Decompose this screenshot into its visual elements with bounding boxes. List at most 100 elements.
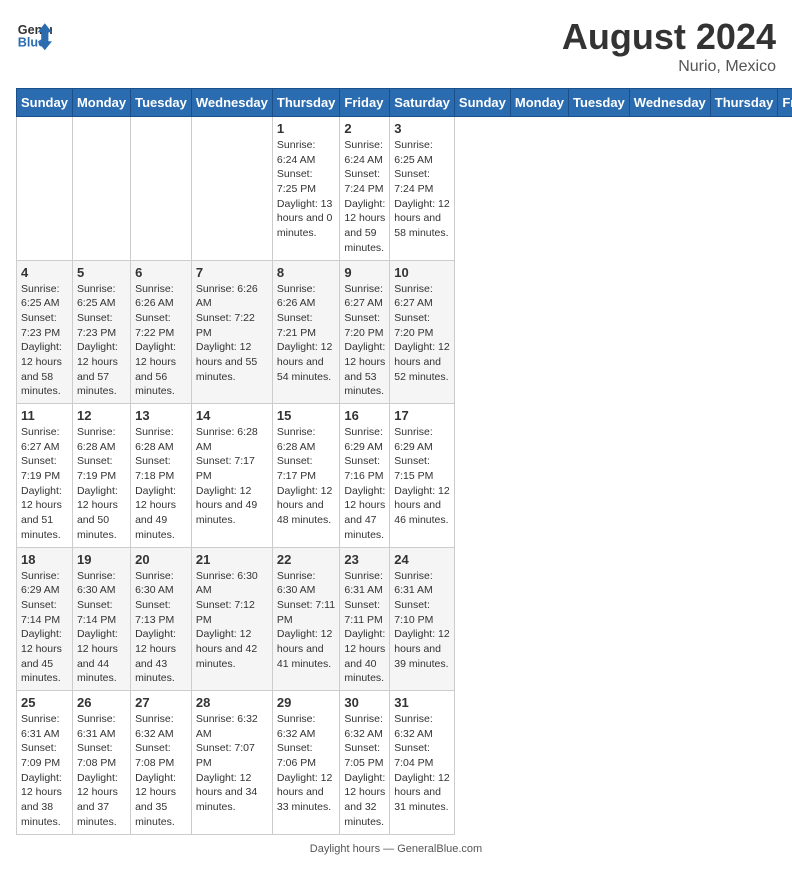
- col-header-tuesday: Tuesday: [569, 89, 630, 117]
- calendar-cell: 20Sunrise: 6:30 AM Sunset: 7:13 PM Dayli…: [131, 547, 192, 691]
- footer-text: Daylight hours: [310, 843, 380, 855]
- day-info: Sunrise: 6:25 AM Sunset: 7:23 PM Dayligh…: [77, 282, 126, 400]
- day-number: 9: [344, 265, 385, 280]
- calendar-cell: [72, 117, 130, 261]
- calendar-cell: [131, 117, 192, 261]
- col-header-friday: Friday: [340, 89, 390, 117]
- calendar-cell: 21Sunrise: 6:30 AM Sunset: 7:12 PM Dayli…: [191, 547, 272, 691]
- day-info: Sunrise: 6:27 AM Sunset: 7:19 PM Dayligh…: [21, 425, 68, 543]
- day-info: Sunrise: 6:32 AM Sunset: 7:06 PM Dayligh…: [277, 712, 336, 815]
- day-number: 13: [135, 408, 187, 423]
- col-header-sunday: Sunday: [17, 89, 73, 117]
- title-block: August 2024 Nurio, Mexico: [562, 16, 776, 76]
- day-info: Sunrise: 6:27 AM Sunset: 7:20 PM Dayligh…: [344, 282, 385, 400]
- calendar-cell: 11Sunrise: 6:27 AM Sunset: 7:19 PM Dayli…: [17, 404, 73, 548]
- calendar-cell: 9 Sunrise: 6:27 AM Sunset: 7:20 PM Daylig…: [340, 260, 390, 404]
- calendar-cell: 22 Sunrise: 6:30 AM Sunset: 7:11 PM Dayli…: [272, 547, 340, 691]
- day-info: Sunrise: 6:32 AM Sunset: 7:08 PM Dayligh…: [135, 712, 187, 830]
- day-info: Sunrise: 6:28 AM Sunset: 7:17 PM Dayligh…: [277, 425, 336, 528]
- day-info: Sunrise: 6:32 AM Sunset: 7:05 PM Dayligh…: [344, 712, 385, 830]
- day-number: 28: [196, 695, 268, 710]
- day-number: 23: [344, 552, 385, 567]
- day-number: 19: [77, 552, 126, 567]
- day-number: 6: [135, 265, 187, 280]
- col-header-tuesday: Tuesday: [131, 89, 192, 117]
- day-info: Sunrise: 6:26 AM Sunset: 7:21 PM Dayligh…: [277, 282, 336, 385]
- calendar-cell: 16 Sunrise: 6:29 AM Sunset: 7:16 PM Dayli…: [340, 404, 390, 548]
- day-info: Sunrise: 6:29 AM Sunset: 7:16 PM Dayligh…: [344, 425, 385, 543]
- col-header-wednesday: Wednesday: [629, 89, 710, 117]
- day-info: Sunrise: 6:28 AM Sunset: 7:19 PM Dayligh…: [77, 425, 126, 543]
- day-number: 18: [21, 552, 68, 567]
- col-header-sunday: Sunday: [454, 89, 510, 117]
- day-number: 12: [77, 408, 126, 423]
- calendar-cell: 25Sunrise: 6:31 AM Sunset: 7:09 PM Dayli…: [17, 691, 73, 835]
- day-number: 30: [344, 695, 385, 710]
- calendar-week-row: 11Sunrise: 6:27 AM Sunset: 7:19 PM Dayli…: [17, 404, 792, 548]
- day-number: 16: [344, 408, 385, 423]
- logo-icon: General Blue: [16, 16, 52, 52]
- logo: General Blue: [16, 16, 52, 52]
- calendar-cell: 3Sunrise: 6:25 AM Sunset: 7:24 PM Daylig…: [390, 117, 455, 261]
- day-number: 27: [135, 695, 187, 710]
- day-number: 22: [277, 552, 336, 567]
- day-info: Sunrise: 6:25 AM Sunset: 7:23 PM Dayligh…: [21, 282, 68, 400]
- calendar-header-row: SundayMondayTuesdayWednesdayThursdayFrid…: [17, 89, 792, 117]
- day-info: Sunrise: 6:28 AM Sunset: 7:18 PM Dayligh…: [135, 425, 187, 543]
- calendar-cell: 19 Sunrise: 6:30 AM Sunset: 7:14 PM Dayli…: [72, 547, 130, 691]
- day-number: 17: [394, 408, 450, 423]
- calendar-cell: 28 Sunrise: 6:32 AM Sunset: 7:07 PM Dayli…: [191, 691, 272, 835]
- day-info: Sunrise: 6:28 AM Sunset: 7:17 PM Dayligh…: [196, 425, 268, 528]
- col-header-saturday: Saturday: [390, 89, 455, 117]
- calendar-cell: 15 Sunrise: 6:28 AM Sunset: 7:17 PM Dayli…: [272, 404, 340, 548]
- calendar-cell: 4 Sunrise: 6:25 AM Sunset: 7:23 PM Daylig…: [17, 260, 73, 404]
- col-header-monday: Monday: [72, 89, 130, 117]
- day-number: 31: [394, 695, 450, 710]
- day-number: 7: [196, 265, 268, 280]
- day-number: 15: [277, 408, 336, 423]
- day-number: 26: [77, 695, 126, 710]
- day-info: Sunrise: 6:27 AM Sunset: 7:20 PM Dayligh…: [394, 282, 450, 385]
- calendar-cell: 1Sunrise: 6:24 AM Sunset: 7:25 PM Daylig…: [272, 117, 340, 261]
- calendar-cell: 8Sunrise: 6:26 AM Sunset: 7:21 PM Daylig…: [272, 260, 340, 404]
- day-info: Sunrise: 6:25 AM Sunset: 7:24 PM Dayligh…: [394, 138, 450, 241]
- col-header-thursday: Thursday: [710, 89, 778, 117]
- day-info: Sunrise: 6:31 AM Sunset: 7:09 PM Dayligh…: [21, 712, 68, 830]
- calendar-cell: 7Sunrise: 6:26 AM Sunset: 7:22 PM Daylig…: [191, 260, 272, 404]
- calendar-table: SundayMondayTuesdayWednesdayThursdayFrid…: [16, 88, 792, 835]
- calendar-cell: [17, 117, 73, 261]
- calendar-cell: [191, 117, 272, 261]
- calendar-cell: 30 Sunrise: 6:32 AM Sunset: 7:05 PM Dayli…: [340, 691, 390, 835]
- calendar-week-row: 18Sunrise: 6:29 AM Sunset: 7:14 PM Dayli…: [17, 547, 792, 691]
- day-info: Sunrise: 6:32 AM Sunset: 7:07 PM Dayligh…: [196, 712, 268, 815]
- calendar-cell: 12 Sunrise: 6:28 AM Sunset: 7:19 PM Dayli…: [72, 404, 130, 548]
- calendar-week-row: 1Sunrise: 6:24 AM Sunset: 7:25 PM Daylig…: [17, 117, 792, 261]
- calendar-cell: 18Sunrise: 6:29 AM Sunset: 7:14 PM Dayli…: [17, 547, 73, 691]
- col-header-thursday: Thursday: [272, 89, 340, 117]
- day-info: Sunrise: 6:24 AM Sunset: 7:24 PM Dayligh…: [344, 138, 385, 256]
- calendar-cell: 26Sunrise: 6:31 AM Sunset: 7:08 PM Dayli…: [72, 691, 130, 835]
- calendar-cell: 23 Sunrise: 6:31 AM Sunset: 7:11 PM Dayli…: [340, 547, 390, 691]
- col-header-wednesday: Wednesday: [191, 89, 272, 117]
- day-info: Sunrise: 6:31 AM Sunset: 7:10 PM Dayligh…: [394, 569, 450, 672]
- day-info: Sunrise: 6:30 AM Sunset: 7:14 PM Dayligh…: [77, 569, 126, 687]
- day-number: 24: [394, 552, 450, 567]
- day-info: Sunrise: 6:30 AM Sunset: 7:13 PM Dayligh…: [135, 569, 187, 687]
- col-header-friday: Friday: [778, 89, 792, 117]
- day-number: 5: [77, 265, 126, 280]
- calendar-week-row: 25Sunrise: 6:31 AM Sunset: 7:09 PM Dayli…: [17, 691, 792, 835]
- calendar-cell: 29Sunrise: 6:32 AM Sunset: 7:06 PM Dayli…: [272, 691, 340, 835]
- footer-source: GeneralBlue.com: [397, 843, 482, 855]
- day-number: 2: [344, 121, 385, 136]
- calendar-cell: 14Sunrise: 6:28 AM Sunset: 7:17 PM Dayli…: [191, 404, 272, 548]
- footer: Daylight hours — GeneralBlue.com: [16, 843, 776, 855]
- day-number: 10: [394, 265, 450, 280]
- day-info: Sunrise: 6:24 AM Sunset: 7:25 PM Dayligh…: [277, 138, 336, 241]
- day-info: Sunrise: 6:29 AM Sunset: 7:15 PM Dayligh…: [394, 425, 450, 528]
- day-info: Sunrise: 6:30 AM Sunset: 7:11 PM Dayligh…: [277, 569, 336, 672]
- calendar-cell: 31Sunrise: 6:32 AM Sunset: 7:04 PM Dayli…: [390, 691, 455, 835]
- day-info: Sunrise: 6:26 AM Sunset: 7:22 PM Dayligh…: [135, 282, 187, 400]
- page-header: General Blue August 2024 Nurio, Mexico: [16, 16, 776, 76]
- day-number: 4: [21, 265, 68, 280]
- day-info: Sunrise: 6:31 AM Sunset: 7:11 PM Dayligh…: [344, 569, 385, 687]
